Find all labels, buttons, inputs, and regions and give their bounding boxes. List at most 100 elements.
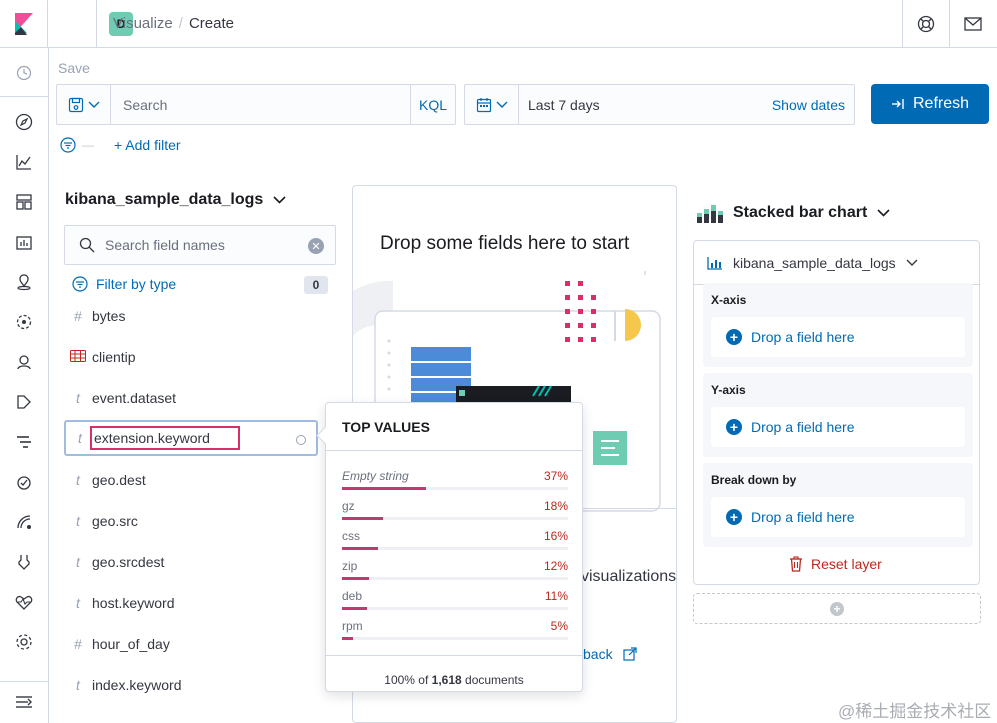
- quick-menu-button[interactable]: [465, 85, 519, 124]
- calendar-icon: [476, 97, 491, 112]
- field-item-extension-keyword[interactable]: t extension.keyword: [64, 420, 318, 456]
- feedback-label: back: [583, 646, 613, 662]
- feedback-link[interactable]: back: [583, 646, 637, 662]
- clear-icon[interactable]: ✕: [308, 238, 324, 254]
- saved-query-button[interactable]: [57, 85, 111, 124]
- breadcrumb-create: Create: [188, 15, 234, 32]
- string-type-icon: t: [76, 390, 80, 406]
- reset-layer-button[interactable]: Reset layer: [789, 556, 882, 572]
- date-range-label[interactable]: Last 7 days: [528, 97, 600, 113]
- top-value-bar: [342, 487, 426, 490]
- top-values-title: TOP VALUES: [342, 419, 430, 435]
- layer-index-selector[interactable]: kibana_sample_data_logs: [707, 255, 918, 271]
- index-pattern-name: kibana_sample_data_logs: [65, 191, 264, 208]
- field-item-bytes[interactable]: # bytes: [64, 298, 318, 334]
- refresh-button[interactable]: Refresh: [871, 84, 989, 124]
- top-value-percent: 5%: [550, 619, 568, 633]
- filter-separator: —: [82, 138, 94, 152]
- save-button[interactable]: Save: [58, 60, 90, 76]
- trash-icon: [790, 556, 802, 572]
- top-value-track: [342, 577, 568, 580]
- chevron-down-icon: [906, 259, 918, 266]
- top-value-track: [342, 547, 568, 550]
- field-item-hour-of-day[interactable]: # hour_of_day: [64, 626, 318, 662]
- field-name: event.dataset: [92, 390, 177, 406]
- add-layer-button[interactable]: +: [693, 593, 981, 624]
- layer-config-panel: kibana_sample_data_logs X-axis + Drop a …: [693, 240, 980, 585]
- number-type-icon: #: [74, 636, 82, 652]
- top-value-percent: 37%: [543, 469, 568, 483]
- save-icon: [68, 97, 83, 112]
- uptime-icon[interactable]: [13, 471, 35, 493]
- filter-icon[interactable]: [60, 137, 76, 153]
- top-value-row: deb 11%: [342, 589, 568, 619]
- y-axis-group: Y-axis + Drop a field here: [703, 373, 973, 457]
- newsfeed-button[interactable]: [949, 0, 996, 48]
- filter-by-type-button[interactable]: Filter by type: [72, 276, 176, 292]
- top-value-bar: [342, 607, 367, 610]
- footer-suffix: documents: [465, 673, 524, 687]
- show-dates-link[interactable]: Show dates: [772, 97, 845, 113]
- reset-layer-label: Reset layer: [811, 556, 882, 572]
- field-item-geo-dest[interactable]: t geo.dest: [64, 462, 318, 498]
- index-chart-icon: [707, 257, 722, 270]
- filter-bar: — + Add filter: [60, 136, 181, 154]
- chart-type-switcher[interactable]: Stacked bar chart: [697, 203, 890, 223]
- ml-icon[interactable]: [13, 311, 35, 333]
- discover-icon[interactable]: [13, 111, 35, 133]
- y-axis-drop-zone[interactable]: + Drop a field here: [711, 407, 965, 447]
- maps-icon[interactable]: [13, 271, 35, 293]
- add-filter-button[interactable]: + Add filter: [114, 137, 181, 153]
- field-item-event-dataset[interactable]: t event.dataset: [64, 380, 318, 416]
- index-pattern-selector[interactable]: kibana_sample_data_logs: [65, 191, 286, 209]
- field-name: bytes: [92, 308, 126, 324]
- recently-viewed-icon[interactable]: [13, 62, 35, 84]
- visualize-icon[interactable]: [13, 151, 35, 173]
- logs-icon[interactable]: [13, 391, 35, 413]
- external-link-icon: [622, 647, 637, 661]
- breadcrumb-visualize[interactable]: Visualize: [113, 15, 173, 32]
- canvas-icon[interactable]: [13, 231, 35, 253]
- top-value-row: css 16%: [342, 529, 568, 559]
- field-item-index-keyword[interactable]: t index.keyword: [64, 667, 318, 703]
- break-down-drop-zone[interactable]: + Drop a field here: [711, 497, 965, 537]
- filter-by-type-label: Filter by type: [96, 276, 177, 292]
- popover-divider: [326, 655, 582, 656]
- kibana-logo-icon[interactable]: [0, 0, 48, 48]
- apm-icon[interactable]: [13, 431, 35, 453]
- string-type-icon: t: [76, 513, 80, 529]
- break-down-group: Break down by + Drop a field here: [703, 463, 973, 547]
- field-name: geo.dest: [92, 472, 146, 488]
- filter-icon: [72, 276, 88, 292]
- string-type-icon: t: [76, 595, 80, 611]
- x-axis-drop-zone[interactable]: + Drop a field here: [711, 317, 965, 357]
- help-button[interactable]: [902, 0, 949, 48]
- field-item-geo-srcdest[interactable]: t geo.srcdest: [64, 544, 318, 580]
- collapse-nav-icon[interactable]: [15, 695, 33, 712]
- plus-circle-icon: +: [726, 419, 742, 435]
- bar-chart-icon: [697, 205, 723, 223]
- dev-tools-icon[interactable]: [13, 551, 35, 573]
- space-selector[interactable]: D: [48, 0, 133, 48]
- refresh-icon: [891, 99, 904, 109]
- field-item-geo-src[interactable]: t geo.src: [64, 503, 318, 539]
- management-gear-icon[interactable]: [13, 631, 35, 653]
- search-input[interactable]: Search: [123, 97, 167, 113]
- dashboard-icon[interactable]: [13, 191, 35, 213]
- kql-toggle[interactable]: KQL: [410, 85, 455, 124]
- footer-count: 1,618: [431, 673, 462, 687]
- top-value-percent: 12%: [543, 559, 568, 573]
- nav-divider: [0, 96, 48, 97]
- mail-icon: [964, 17, 982, 31]
- date-picker: Last 7 days Show dates: [464, 84, 855, 125]
- refresh-label: Refresh: [912, 95, 970, 112]
- siem-icon[interactable]: [13, 511, 35, 533]
- chevron-down-icon: [496, 101, 507, 108]
- monitoring-icon[interactable]: [13, 591, 35, 613]
- field-item-host-keyword[interactable]: t host.keyword: [64, 585, 318, 621]
- field-item-clientip[interactable]: clientip: [64, 339, 318, 375]
- top-value-track: [342, 487, 568, 490]
- top-value-row: zip 12%: [342, 559, 568, 589]
- infrastructure-icon[interactable]: [13, 351, 35, 373]
- field-search-input[interactable]: Search field names ✕: [64, 225, 336, 265]
